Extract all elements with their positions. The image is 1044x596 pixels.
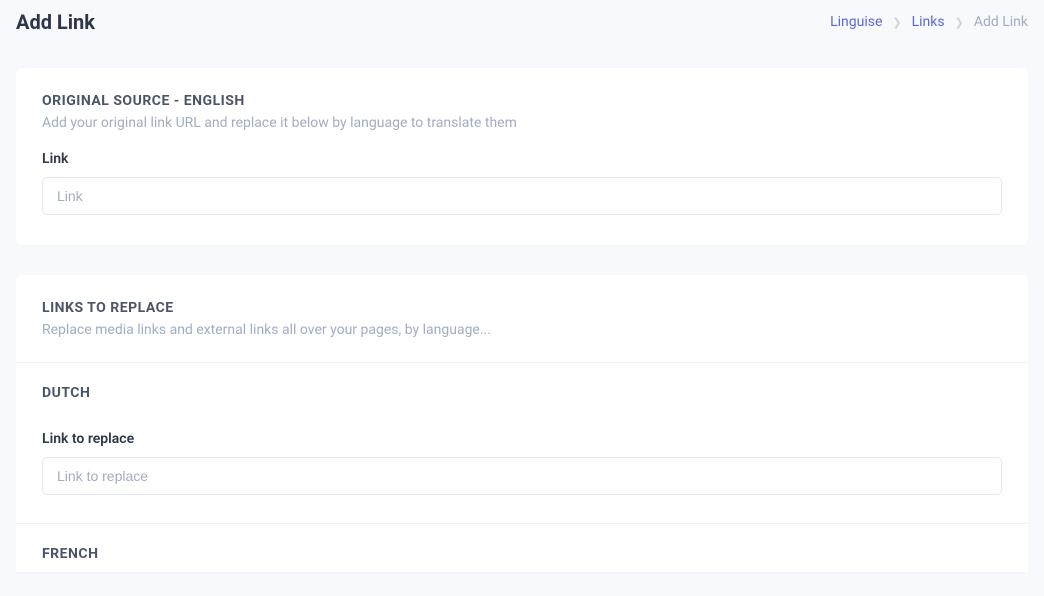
breadcrumb-link-links[interactable]: Links	[912, 14, 945, 30]
chevron-right-icon: ❯	[892, 16, 901, 29]
links-to-replace-card: LINKS TO REPLACE Replace media links and…	[16, 275, 1028, 572]
page-title: Add Link	[16, 10, 95, 34]
language-name-dutch: DUTCH	[42, 385, 1002, 401]
original-source-card: ORIGINAL SOURCE - ENGLISH Add your origi…	[16, 68, 1028, 245]
original-source-title: ORIGINAL SOURCE - ENGLISH	[42, 93, 1002, 109]
original-source-desc: Add your original link URL and replace i…	[42, 115, 1002, 131]
links-to-replace-header: LINKS TO REPLACE Replace media links and…	[16, 275, 1028, 362]
link-to-replace-label-dutch: Link to replace	[42, 431, 1002, 447]
links-to-replace-desc: Replace media links and external links a…	[42, 322, 1002, 338]
page-header: Add Link Linguise ❯ Links ❯ Add Link	[0, 0, 1044, 50]
breadcrumb: Linguise ❯ Links ❯ Add Link	[830, 14, 1028, 30]
breadcrumb-link-linguise[interactable]: Linguise	[830, 14, 882, 30]
link-input[interactable]	[42, 177, 1002, 215]
link-to-replace-input-dutch[interactable]	[42, 457, 1002, 495]
language-section-dutch: DUTCH Link to replace	[16, 362, 1028, 524]
chevron-right-icon: ❯	[955, 16, 964, 29]
language-name-french: FRENCH	[42, 546, 1002, 562]
language-section-french: FRENCH	[16, 524, 1028, 572]
links-to-replace-title: LINKS TO REPLACE	[42, 300, 1002, 316]
breadcrumb-current: Add Link	[974, 14, 1028, 30]
link-label: Link	[42, 151, 1002, 167]
content-area: ORIGINAL SOURCE - ENGLISH Add your origi…	[0, 50, 1044, 572]
